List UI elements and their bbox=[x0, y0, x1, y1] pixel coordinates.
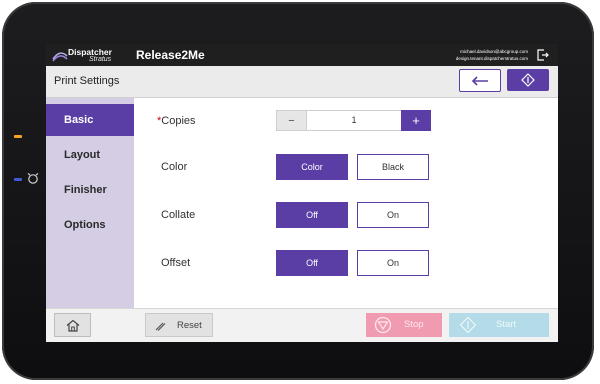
color-label: Color bbox=[161, 161, 188, 173]
color-option-color[interactable]: Color bbox=[276, 154, 348, 180]
title-bar: Print Settings bbox=[46, 66, 558, 98]
sidebar-item-layout[interactable]: Layout bbox=[46, 139, 134, 171]
app-name: Release2Me bbox=[136, 48, 205, 62]
collate-option-off[interactable]: Off bbox=[276, 202, 348, 228]
start-label: Start bbox=[496, 319, 517, 330]
status-led-orange bbox=[14, 135, 22, 138]
offset-option-off[interactable]: Off bbox=[276, 250, 348, 276]
copies-stepper: − 1 + bbox=[276, 110, 431, 132]
user-email: michael.davidson@abcgroup.com bbox=[460, 49, 528, 54]
copies-label: *Copies bbox=[157, 115, 196, 127]
alarm-clock-icon bbox=[26, 171, 40, 185]
copies-input[interactable]: 1 bbox=[307, 110, 401, 131]
logout-icon[interactable] bbox=[536, 48, 550, 62]
reset-broom-icon bbox=[155, 322, 166, 331]
color-option-black[interactable]: Black bbox=[357, 154, 429, 180]
offset-option-on[interactable]: On bbox=[357, 250, 429, 276]
bottom-bar: Reset Stop Start bbox=[46, 308, 558, 342]
sidebar-item-basic[interactable]: Basic bbox=[46, 104, 134, 136]
start-button[interactable]: Start bbox=[449, 313, 549, 337]
diamond-start-icon bbox=[521, 73, 535, 87]
stop-label: Stop bbox=[404, 319, 424, 330]
page-title: Print Settings bbox=[54, 75, 120, 87]
reset-button[interactable]: Reset bbox=[145, 313, 213, 337]
user-server: design.tenant.dispatcherstratus.com bbox=[455, 56, 528, 61]
dispatcher-logo: Dispatcher Stratus bbox=[52, 47, 122, 64]
top-bar: Dispatcher Stratus Release2Me michael.da… bbox=[46, 44, 558, 66]
reset-label: Reset bbox=[177, 320, 202, 331]
offset-label: Offset bbox=[161, 257, 191, 269]
settings-panel: *Copies − 1 + Color Color Black Collate … bbox=[134, 98, 558, 308]
logo-waves-icon bbox=[52, 52, 68, 62]
stop-button[interactable]: Stop bbox=[366, 313, 442, 337]
status-led-blue bbox=[14, 178, 22, 181]
copies-label-text: Copies bbox=[161, 115, 196, 127]
copies-decrement-button[interactable]: − bbox=[276, 110, 307, 131]
home-icon bbox=[66, 319, 79, 332]
user-info: michael.davidson@abcgroup.com design.ten… bbox=[456, 48, 528, 62]
arrow-left-icon bbox=[471, 75, 488, 86]
back-button[interactable] bbox=[459, 69, 501, 92]
start-diamond-icon bbox=[459, 316, 477, 334]
sidebar-item-options[interactable]: Options bbox=[46, 209, 134, 241]
logo-subtitle: Stratus bbox=[89, 56, 112, 63]
home-button[interactable] bbox=[54, 313, 91, 337]
copies-increment-button[interactable]: + bbox=[401, 110, 431, 131]
collate-option-on[interactable]: On bbox=[357, 202, 429, 228]
settings-sidebar: Basic Layout Finisher Options bbox=[46, 98, 134, 308]
sidebar-item-finisher[interactable]: Finisher bbox=[46, 174, 134, 206]
app-screen: Dispatcher Stratus Release2Me michael.da… bbox=[46, 44, 558, 342]
collate-label: Collate bbox=[161, 209, 196, 221]
stop-icon bbox=[374, 316, 392, 334]
start-print-top-button[interactable] bbox=[507, 69, 549, 91]
